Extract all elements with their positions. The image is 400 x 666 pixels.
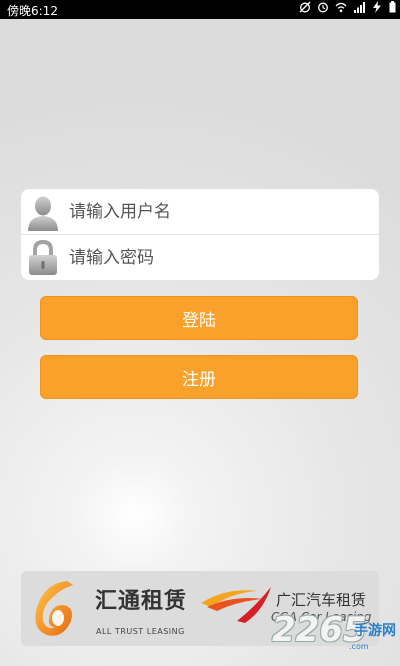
register-button[interactable]: 注册: [40, 355, 358, 399]
brand1-name-cn: 汇通租赁: [95, 589, 188, 614]
cga-swoosh-logo: [201, 587, 271, 623]
login-button[interactable]: 登陆: [40, 296, 358, 340]
charging-icon: [373, 1, 381, 13]
site-watermark: 2265 手游网 .com: [272, 596, 398, 658]
watermark-domain: .com: [349, 642, 369, 651]
password-row: [21, 235, 379, 280]
password-input[interactable]: [69, 235, 369, 280]
status-time: 傍晚6:12: [7, 4, 58, 18]
login-card: [21, 189, 379, 280]
lock-icon: [29, 239, 57, 275]
wifi-icon: [335, 2, 347, 13]
username-row: [21, 189, 379, 234]
all-trust-logo: [35, 581, 73, 636]
login-button-label: 登陆: [182, 310, 216, 331]
brand1-name-en: ALL TRUST LEASING: [96, 627, 185, 636]
alarm-icon: [318, 2, 328, 13]
status-icons: [299, 1, 396, 13]
register-button-label: 注册: [182, 369, 216, 390]
watermark-site: 手游网: [354, 623, 396, 639]
user-icon: [28, 196, 58, 231]
signal-icon: [354, 2, 365, 13]
alarm-off-icon: [299, 1, 311, 13]
status-bar: 傍晚6:12: [0, 0, 400, 19]
username-input[interactable]: [69, 189, 369, 234]
battery-icon: [389, 1, 396, 13]
